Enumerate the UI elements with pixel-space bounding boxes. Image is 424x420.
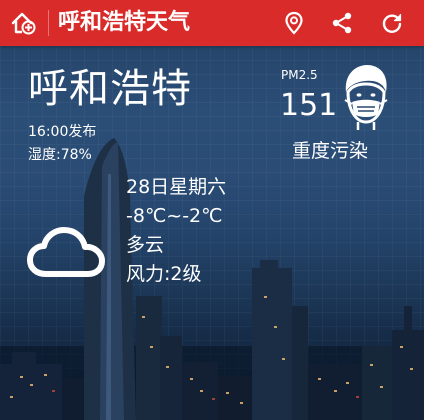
forecast-temperature: -8℃~-2℃: [126, 205, 223, 227]
forecast-condition: 多云: [126, 234, 165, 256]
location-button[interactable]: [272, 0, 316, 46]
face-mask-icon: [344, 65, 388, 130]
location-pin-icon: [285, 11, 303, 35]
weather-app: 呼和浩特天气 呼和浩特 16:00发布 湿度:78% PM2.5 151 重度污…: [0, 0, 424, 420]
pm25-value: 151: [280, 88, 338, 123]
cloud-icon: [27, 227, 105, 277]
pm25-label: PM2.5: [281, 68, 318, 82]
refresh-button[interactable]: [370, 0, 414, 46]
forecast-date: 28日星期六: [126, 176, 227, 198]
city-name: 呼和浩特: [28, 66, 192, 112]
appbar-divider: [48, 10, 49, 36]
share-icon: [332, 12, 352, 34]
pollution-level: 重度污染: [292, 140, 369, 162]
refresh-icon: [382, 14, 402, 33]
app-bar: 呼和浩特天气: [0, 0, 424, 46]
humidity: 湿度:78%: [28, 147, 92, 163]
forecast-wind: 风力:2级: [126, 263, 202, 285]
publish-time: 16:00发布: [28, 124, 97, 140]
app-title: 呼和浩特天气: [58, 10, 191, 35]
share-button[interactable]: [320, 0, 364, 46]
home-add-icon: [11, 12, 36, 35]
home-add-button[interactable]: [0, 0, 48, 46]
